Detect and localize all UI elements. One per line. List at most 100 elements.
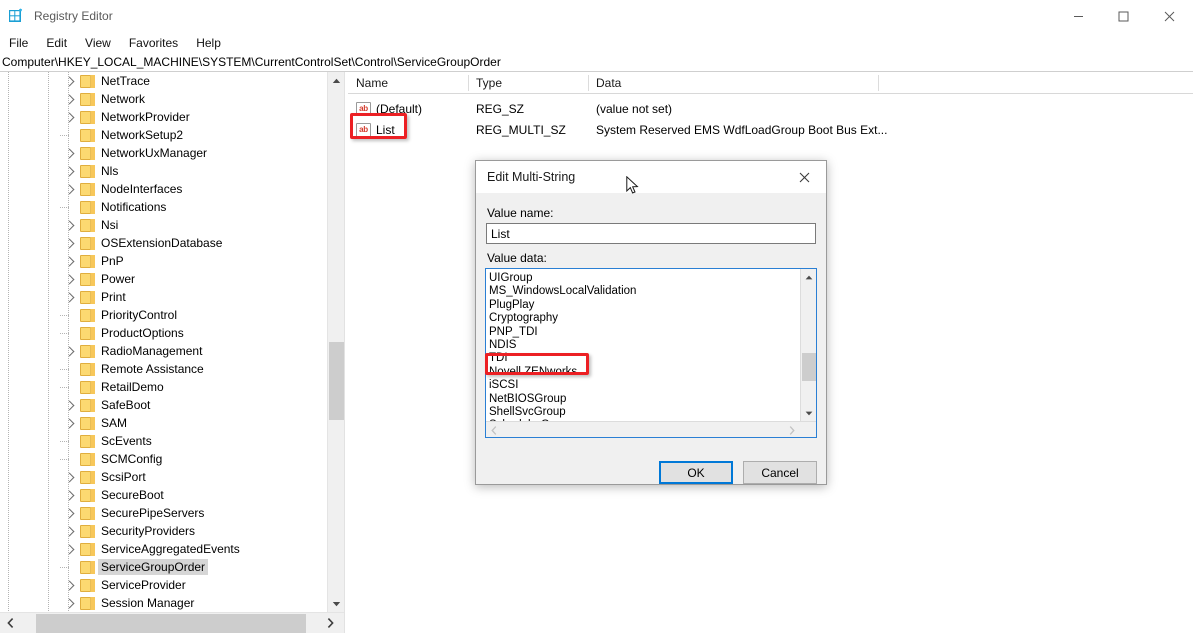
tree-item-label: NetworkProvider [101,110,190,124]
chevron-right-icon[interactable] [62,144,78,162]
textarea-horizontal-scrollbar[interactable] [486,421,816,437]
tree-item-securityproviders[interactable]: SecurityProviders [0,522,327,540]
tree-item-prioritycontrol[interactable]: PriorityControl [0,306,327,324]
tree-item-session-manager[interactable]: Session Manager [0,594,327,612]
tree-item-secureboot[interactable]: SecureBoot [0,486,327,504]
menu-item-favorites[interactable]: Favorites [120,33,187,52]
tree-item-scevents[interactable]: ScEvents [0,432,327,450]
value-data-line: PNP_TDI [489,325,538,338]
chevron-right-icon[interactable] [62,162,78,180]
textarea-scroll-thumb[interactable] [802,353,816,381]
close-button[interactable] [1146,0,1193,32]
tree-item-label: Nsi [101,218,119,232]
chevron-right-icon[interactable] [62,396,78,414]
menu-item-edit[interactable]: Edit [37,33,76,52]
tree-item-networksetup2[interactable]: NetworkSetup2 [0,126,327,144]
chevron-right-icon[interactable] [62,468,78,486]
tree-item-scsiport[interactable]: ScsiPort [0,468,327,486]
value-data-textarea[interactable]: UIGroup MS_WindowsLocalValidation PlugPlay… [485,268,817,438]
tree-item-safeboot[interactable]: SafeBoot [0,396,327,414]
folder-icon [80,434,95,448]
chevron-right-icon[interactable] [62,72,78,90]
tree-item-osextensiondatabase[interactable]: OSExtensionDatabase [0,234,327,252]
ok-button[interactable]: OK [659,461,733,484]
tree-item-serviceaggregatedevents[interactable]: ServiceAggregatedEvents [0,540,327,558]
chevron-right-icon[interactable] [62,288,78,306]
chevron-right-icon[interactable] [62,180,78,198]
tree-item-nettrace[interactable]: NetTrace [0,72,327,90]
menu-item-file[interactable]: File [0,33,37,52]
tree-item-retaildemo[interactable]: RetailDemo [0,378,327,396]
tree-item-serviceprovider[interactable]: ServiceProvider [0,576,327,594]
chevron-right-icon[interactable] [62,540,78,558]
tree-item-label: Remote Assistance [101,362,204,376]
tree-item-pnp[interactable]: PnP [0,252,327,270]
textarea-vertical-scrollbar[interactable] [800,269,816,421]
tree-item-nodeinterfaces[interactable]: NodeInterfaces [0,180,327,198]
tree-item-securepipeservers[interactable]: SecurePipeServers [0,504,327,522]
scroll-down-icon[interactable] [328,595,344,612]
tree-item-label: NodeInterfaces [101,182,183,196]
chevron-right-icon[interactable] [62,216,78,234]
chevron-right-icon[interactable] [62,342,78,360]
scroll-down-icon[interactable] [801,405,816,421]
scroll-up-icon[interactable] [328,72,344,89]
folder-icon [80,146,95,160]
panel-splitter[interactable] [344,72,347,633]
column-header-name[interactable]: Name [348,72,468,94]
tree-item-scmconfig[interactable]: SCMConfig [0,450,327,468]
scroll-left-icon[interactable] [486,422,502,437]
column-header-type[interactable]: Type [468,72,588,94]
tree-item-networkuxmanager[interactable]: NetworkUxManager [0,144,327,162]
folder-icon [80,110,95,124]
tree-guide-stub [60,135,69,136]
minimize-button[interactable] [1056,0,1101,32]
tree-item-servicegrouporder[interactable]: ServiceGroupOrder [0,558,327,576]
column-header-data[interactable]: Data [588,72,878,94]
tree-item-nsi[interactable]: Nsi [0,216,327,234]
tree-item-notifications[interactable]: Notifications [0,198,327,216]
tree-horizontal-scrollbar[interactable] [0,612,344,633]
menu-item-help[interactable]: Help [187,33,230,52]
tree-guide-stub [60,459,69,460]
tree-item-radiomanagement[interactable]: RadioManagement [0,342,327,360]
chevron-right-icon[interactable] [62,414,78,432]
scroll-right-icon[interactable] [784,422,800,437]
chevron-right-icon[interactable] [62,270,78,288]
value-data-line: UIGroup [489,272,533,284]
chevron-right-icon[interactable] [62,108,78,126]
chevron-right-icon[interactable] [62,486,78,504]
chevron-right-icon[interactable] [62,594,78,612]
registry-tree-panel[interactable]: NetTrace Network NetworkProvider NetworkSet… [0,72,344,612]
tree-hscroll-thumb[interactable] [36,614,306,633]
dialog-title-bar: Edit Multi-String [476,161,826,193]
tree-item-print[interactable]: Print [0,288,327,306]
table-row[interactable]: ab (Default) REG_SZ (value not set) [348,98,1193,119]
tree-item-nls[interactable]: Nls [0,162,327,180]
chevron-right-icon[interactable] [62,234,78,252]
chevron-right-icon[interactable] [62,576,78,594]
scroll-right-icon[interactable] [320,613,340,633]
maximize-button[interactable] [1101,0,1146,32]
tree-item-remote-assistance[interactable]: Remote Assistance [0,360,327,378]
table-row[interactable]: ab List REG_MULTI_SZ System Reserved EMS… [348,119,1193,140]
tree-item-power[interactable]: Power [0,270,327,288]
tree-item-network[interactable]: Network [0,90,327,108]
tree-item-sam[interactable]: SAM [0,414,327,432]
scroll-up-icon[interactable] [801,269,816,285]
tree-scroll-thumb[interactable] [329,342,344,420]
address-bar[interactable]: Computer\HKEY_LOCAL_MACHINE\SYSTEM\Curre… [0,53,1193,72]
chevron-right-icon[interactable] [62,522,78,540]
scroll-left-icon[interactable] [0,613,20,633]
tree-item-label: SAM [101,416,128,430]
chevron-right-icon[interactable] [62,252,78,270]
dialog-close-button[interactable] [782,161,826,193]
chevron-right-icon[interactable] [62,504,78,522]
tree-vertical-scrollbar[interactable] [327,72,344,612]
tree-item-productoptions[interactable]: ProductOptions [0,324,327,342]
value-name-input[interactable]: List [486,223,816,244]
cancel-button[interactable]: Cancel [743,461,817,484]
chevron-right-icon[interactable] [62,90,78,108]
tree-item-networkprovider[interactable]: NetworkProvider [0,108,327,126]
menu-item-view[interactable]: View [76,33,120,52]
